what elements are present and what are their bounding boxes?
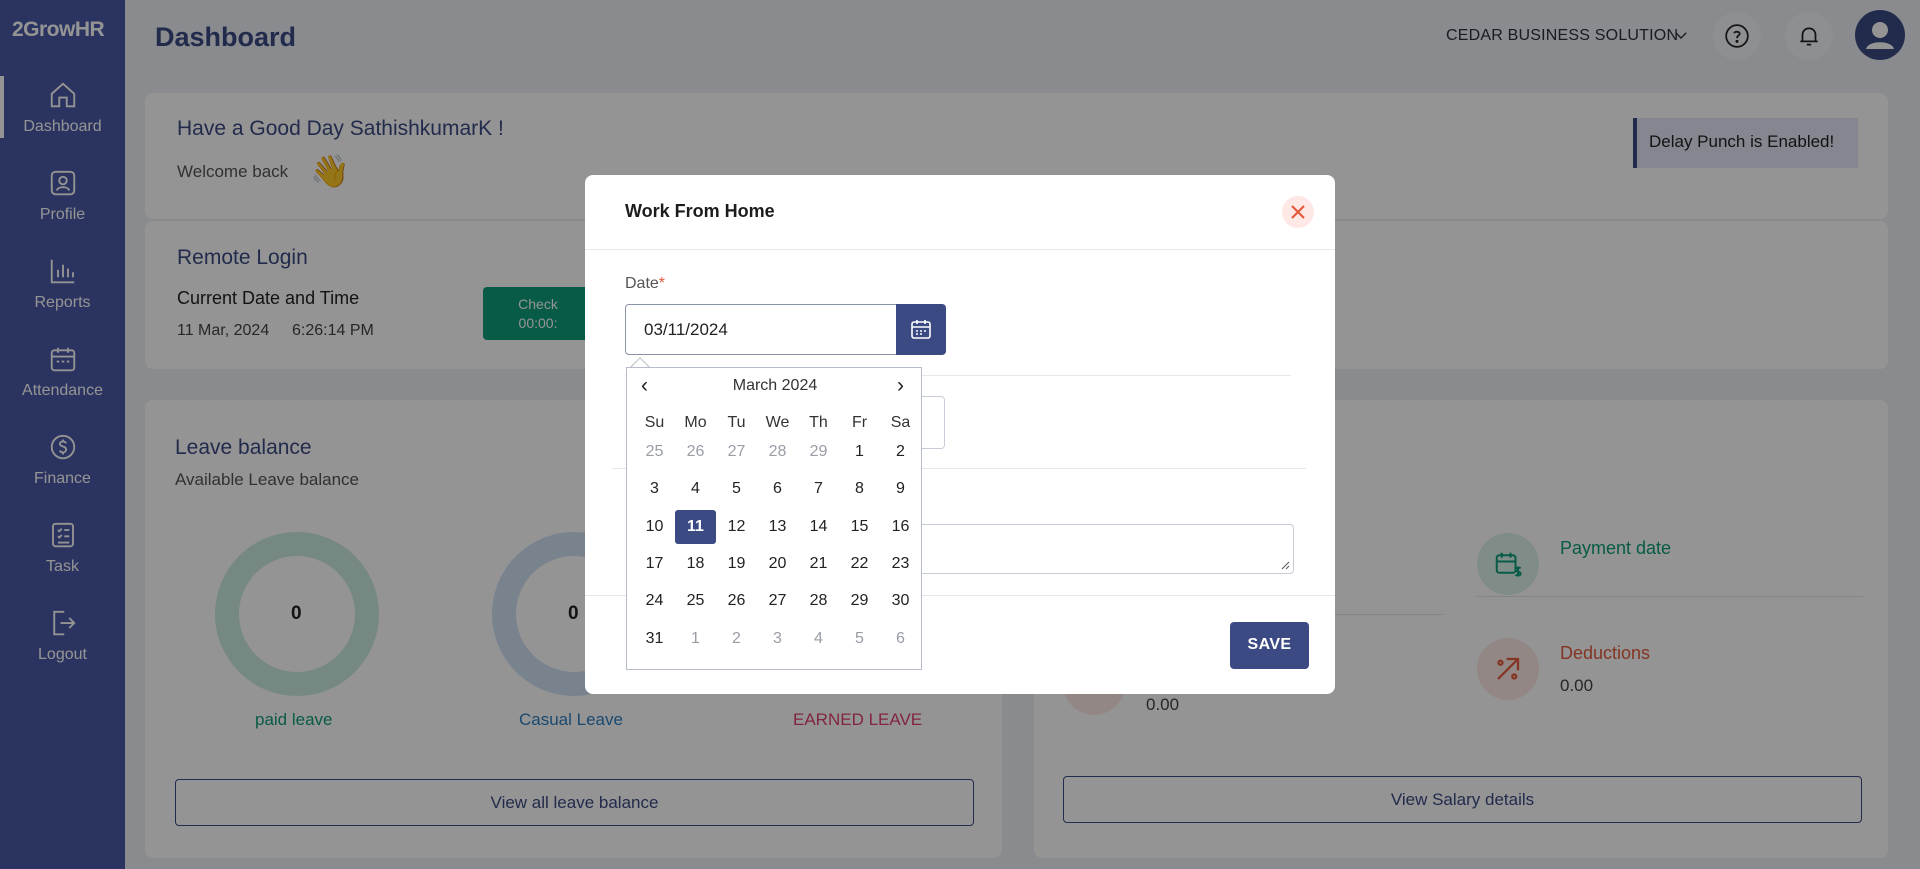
date-input[interactable] — [625, 304, 937, 355]
day-cell[interactable]: 30 — [880, 584, 921, 618]
day-cell[interactable]: 17 — [634, 547, 675, 581]
required-mark: * — [658, 275, 666, 292]
day-cell[interactable]: 20 — [757, 547, 798, 581]
day-cell[interactable]: 15 — [839, 510, 880, 544]
day-cell[interactable]: 6 — [757, 472, 798, 506]
day-cell[interactable]: 26 — [716, 584, 757, 618]
day-cell[interactable]: 25 — [634, 435, 675, 469]
day-cell[interactable]: 2 — [880, 435, 921, 469]
close-icon — [1291, 205, 1305, 219]
day-cell[interactable]: 27 — [716, 435, 757, 469]
day-cell[interactable]: 9 — [880, 472, 921, 506]
weekday-label: Mo — [684, 414, 707, 431]
next-month-button[interactable]: › — [897, 374, 904, 398]
calendar-icon — [911, 320, 931, 339]
save-button[interactable]: SAVE — [1230, 622, 1309, 669]
day-cell-selected[interactable]: 11 — [675, 510, 716, 544]
day-cell[interactable]: 5 — [716, 472, 757, 506]
day-cell[interactable]: 24 — [634, 584, 675, 618]
day-cell[interactable]: 27 — [757, 584, 798, 618]
date-label: Date* — [625, 275, 665, 293]
datepicker-month: March 2024 — [732, 377, 818, 394]
modal-title: Work From Home — [625, 201, 775, 221]
day-cell[interactable]: 5 — [839, 622, 880, 656]
day-cell[interactable]: 4 — [798, 622, 839, 656]
day-cell[interactable]: 16 — [880, 510, 921, 544]
day-cell[interactable]: 1 — [839, 435, 880, 469]
day-cell[interactable]: 28 — [798, 584, 839, 618]
divider — [585, 249, 1335, 250]
day-cell[interactable]: 18 — [675, 547, 716, 581]
weekday-label: Su — [644, 414, 665, 431]
day-cell[interactable]: 29 — [839, 584, 880, 618]
day-cell[interactable]: 4 — [675, 472, 716, 506]
datepicker: March 2024 ‹ › Su Mo Tu We Th Fr Sa 25 26 27 28 29… — [626, 367, 922, 670]
close-button[interactable] — [1282, 196, 1314, 228]
day-cell[interactable]: 28 — [757, 435, 798, 469]
day-cell[interactable]: 29 — [798, 435, 839, 469]
day-cell[interactable]: 19 — [716, 547, 757, 581]
day-cell[interactable]: 13 — [757, 510, 798, 544]
day-cell[interactable]: 10 — [634, 510, 675, 544]
day-cell[interactable]: 6 — [880, 622, 921, 656]
day-cell[interactable]: 22 — [839, 547, 880, 581]
weekday-label: We — [765, 414, 790, 431]
weekday-label: Sa — [890, 414, 911, 431]
reason-textarea[interactable] — [885, 524, 1294, 574]
day-cell[interactable]: 2 — [716, 622, 757, 656]
day-cell[interactable]: 3 — [634, 472, 675, 506]
day-cell[interactable]: 14 — [798, 510, 839, 544]
day-cell[interactable]: 31 — [634, 622, 675, 656]
weekday-label: Tu — [727, 414, 746, 431]
day-cell[interactable]: 3 — [757, 622, 798, 656]
calendar-button[interactable] — [896, 304, 946, 355]
day-cell[interactable]: 8 — [839, 472, 880, 506]
day-cell[interactable]: 1 — [675, 622, 716, 656]
day-cell[interactable]: 25 — [675, 584, 716, 618]
weekday-label: Th — [809, 414, 828, 431]
resize-grip-icon[interactable] — [1280, 560, 1290, 570]
day-cell[interactable]: 21 — [798, 547, 839, 581]
day-cell[interactable]: 23 — [880, 547, 921, 581]
date-label-text: Date — [625, 275, 659, 292]
day-cell[interactable]: 26 — [675, 435, 716, 469]
weekday-label: Fr — [851, 414, 868, 431]
prev-month-button[interactable]: ‹ — [641, 374, 648, 398]
day-cell[interactable]: 7 — [798, 472, 839, 506]
day-cell[interactable]: 12 — [716, 510, 757, 544]
